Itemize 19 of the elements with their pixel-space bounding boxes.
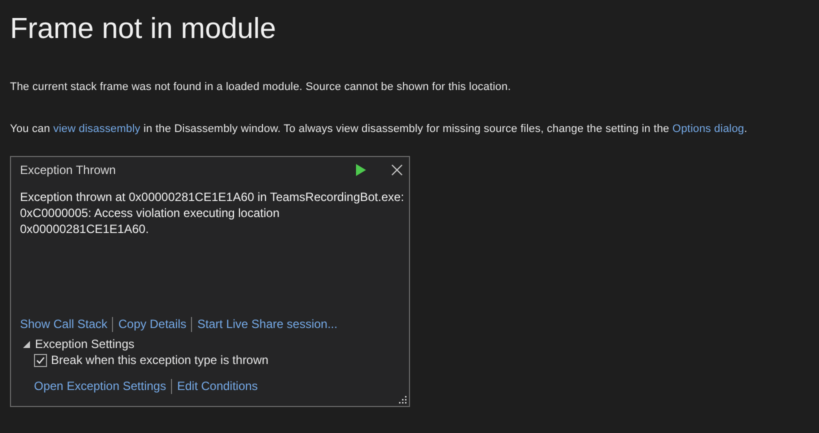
action-link[interactable]: Show Call Stack xyxy=(20,317,108,331)
hint-link[interactable]: view disassembly xyxy=(53,123,140,135)
checkbox-label: Break when this exception type is thrown xyxy=(51,353,268,367)
hint-text: You can view disassembly in the Disassembly window. To always view disassembly for missing source files, change the setting in the Options dialog. xyxy=(10,123,748,135)
settings-link[interactable]: Open Exception Settings xyxy=(34,379,166,393)
action-link[interactable]: Start Live Share session... xyxy=(197,317,338,331)
page-title: Frame not in module xyxy=(10,12,277,47)
checkbox[interactable] xyxy=(34,354,47,366)
settings-link[interactable]: Edit Conditions xyxy=(177,379,258,393)
close-icon[interactable] xyxy=(391,164,403,176)
settings-label: Exception Settings xyxy=(35,337,134,351)
message-text: The current stack frame was not found in a loaded module. Source cannot be shown for this location. xyxy=(10,81,512,93)
popup-title: Exception Thrown xyxy=(20,163,116,177)
resize-grip-icon[interactable] xyxy=(398,395,407,404)
expanded-triangle-icon[interactable] xyxy=(23,340,30,348)
hint-link[interactable]: Options dialog xyxy=(672,123,744,135)
action-link[interactable]: Copy Details xyxy=(118,317,186,331)
exception-message: Exception thrown at 0x00000281CE1E1A60 in TeamsRecordingBot.exe: 0xC0000005: Access violation executing location 0x00000281CE1E1A60. xyxy=(20,189,405,237)
play-icon[interactable] xyxy=(355,163,367,177)
